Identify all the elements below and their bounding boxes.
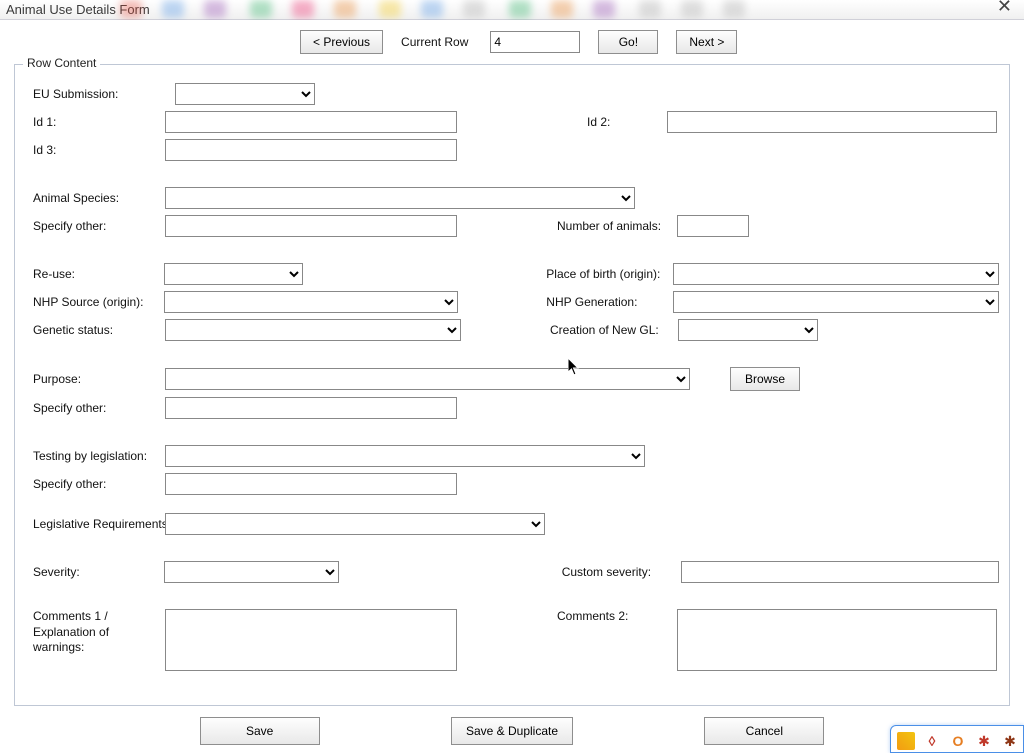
save-duplicate-button[interactable]: Save & Duplicate [451,717,573,745]
id1-input[interactable] [165,111,457,133]
specify-other-testing-input[interactable] [165,473,457,495]
testing-by-legislation-select[interactable] [165,445,645,467]
specify-other-purpose-input[interactable] [165,397,457,419]
tray-shield-icon[interactable]: ◊ [923,732,941,750]
comments2-textarea[interactable] [677,609,997,671]
label-legislative-requirements: Legislative Requirements: [33,517,165,531]
label-testing-by-legislation: Testing by legislation: [33,449,165,463]
label-place-of-birth: Place of birth (origin): [546,267,673,281]
label-reuse: Re-use: [33,267,164,281]
label-specify-other-species: Specify other: [33,219,165,233]
purpose-select[interactable] [165,368,690,390]
window-title: Animal Use Details Form [6,2,150,17]
label-id2: Id 2: [587,115,667,129]
label-severity: Severity: [33,565,164,579]
number-of-animals-input[interactable] [677,215,749,237]
label-purpose: Purpose: [33,372,165,386]
specify-other-species-input[interactable] [165,215,457,237]
legislative-requirements-select[interactable] [165,513,545,535]
label-custom-severity: Custom severity: [562,565,681,579]
comments1-textarea[interactable] [165,609,457,671]
label-specify-other-purpose: Specify other: [33,401,165,415]
creation-new-gl-select[interactable] [678,319,818,341]
next-button[interactable]: Next > [676,30,737,54]
tray-bug-icon[interactable]: ✱ [975,732,993,750]
animal-species-select[interactable] [165,187,635,209]
bottom-button-bar: Save Save & Duplicate Cancel [14,717,1010,745]
background-toolbar-blur [110,0,964,20]
tray-bug2-icon[interactable]: ✱ [1001,732,1019,750]
label-animal-species: Animal Species: [33,191,165,205]
system-tray: ◊ O ✱ ✱ [890,725,1024,753]
label-id1: Id 1: [33,115,165,129]
label-nhp-source: NHP Source (origin): [33,295,164,309]
id3-input[interactable] [165,139,457,161]
window-titlebar: Animal Use Details Form ✕ [0,0,1024,20]
current-row-label: Current Row [401,35,472,49]
place-of-birth-select[interactable] [673,263,999,285]
label-comments2: Comments 2: [557,609,677,623]
nhp-source-select[interactable] [164,291,458,313]
label-id3: Id 3: [33,143,165,157]
tray-grid-icon[interactable] [897,732,915,750]
nhp-generation-select[interactable] [673,291,999,313]
severity-select[interactable] [164,561,339,583]
label-genetic-status: Genetic status: [33,323,165,337]
eu-submission-select[interactable] [175,83,315,105]
id2-input[interactable] [667,111,997,133]
nav-row: < Previous Current Row Go! Next > [0,20,1024,64]
current-row-input[interactable] [490,31,580,53]
label-creation-new-gl: Creation of New GL: [550,323,678,337]
save-button[interactable]: Save [200,717,320,745]
label-specify-other-testing: Specify other: [33,477,165,491]
go-button[interactable]: Go! [598,30,658,54]
reuse-select[interactable] [164,263,303,285]
close-icon[interactable]: ✕ [991,0,1018,17]
cancel-button[interactable]: Cancel [704,717,824,745]
fieldset-legend: Row Content [23,56,100,70]
label-nhp-generation: NHP Generation: [546,295,673,309]
tray-letter-o-icon[interactable]: O [949,732,967,750]
label-eu-submission: EU Submission: [33,87,165,101]
label-comments1: Comments 1 / Explanation of warnings: [33,609,165,656]
previous-button[interactable]: < Previous [300,30,383,54]
browse-button[interactable]: Browse [730,367,800,391]
label-number-of-animals: Number of animals: [557,219,677,233]
genetic-status-select[interactable] [165,319,461,341]
custom-severity-input[interactable] [681,561,999,583]
